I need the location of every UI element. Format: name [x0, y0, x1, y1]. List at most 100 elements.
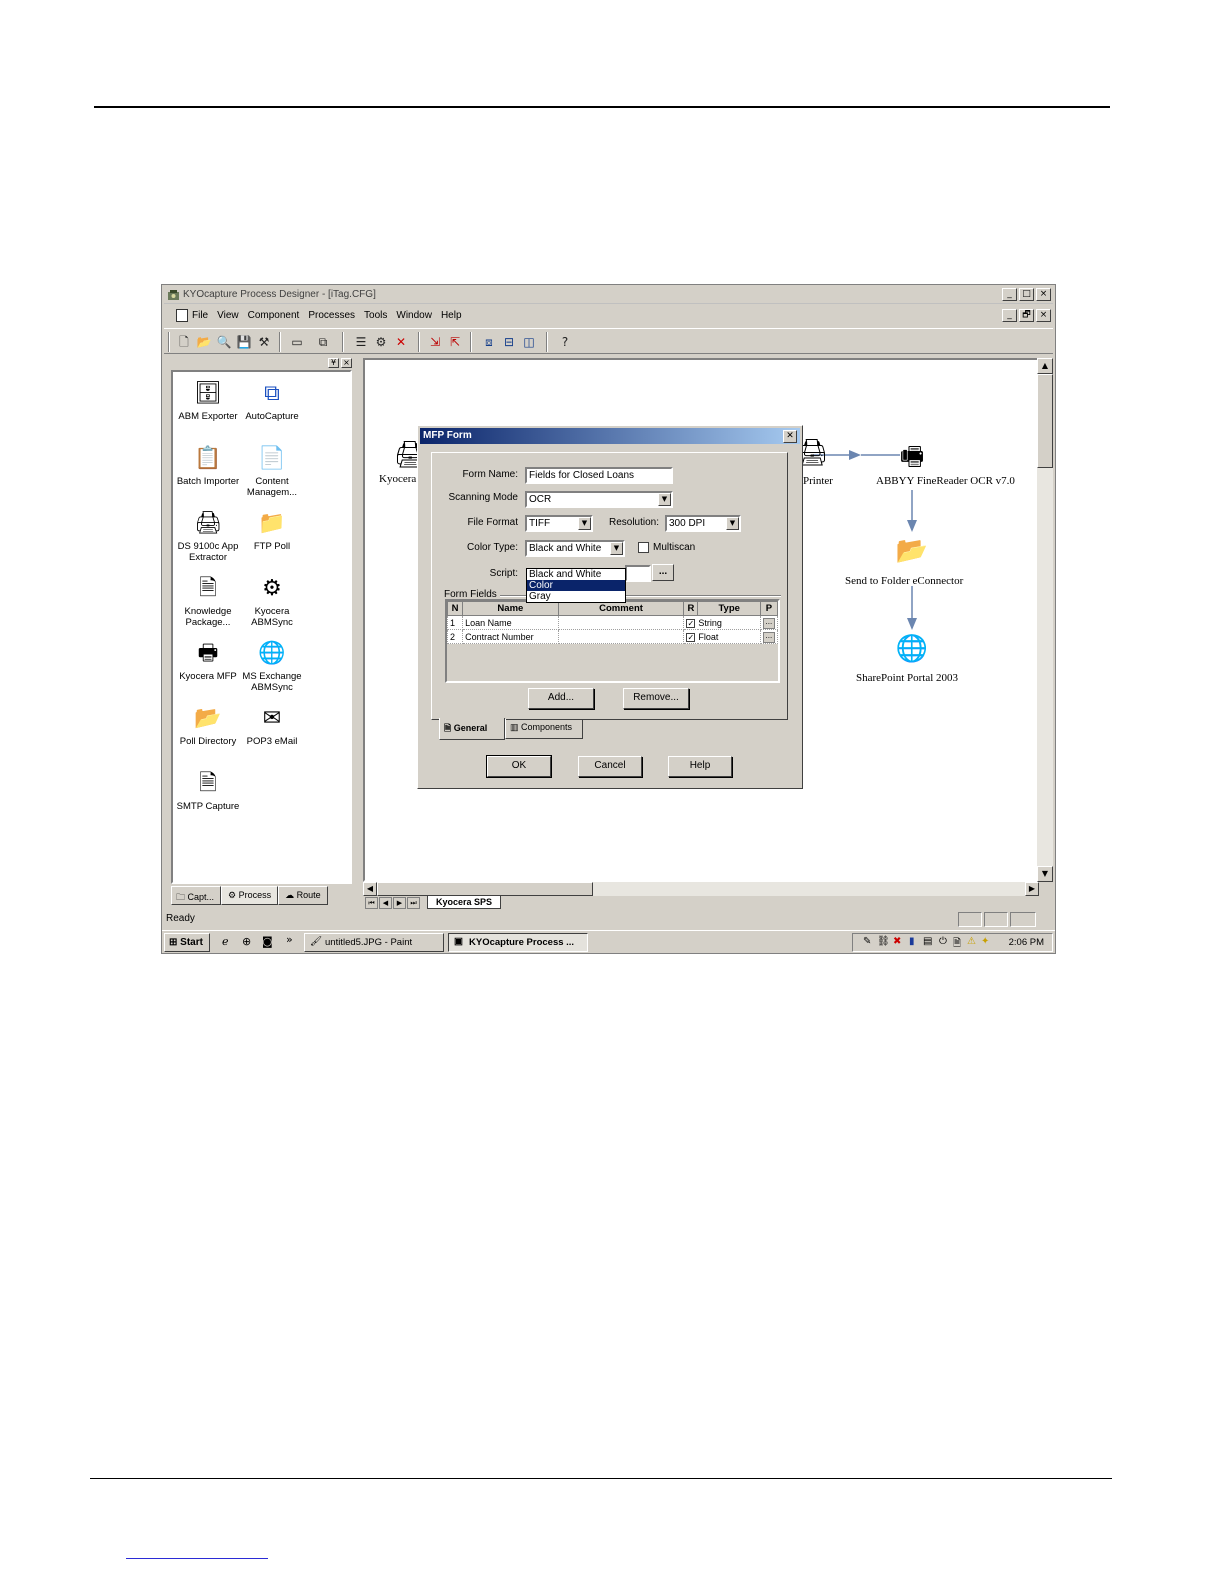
- panel-close-button[interactable]: ×: [341, 358, 352, 368]
- ok-button[interactable]: OK: [486, 755, 552, 778]
- field-comment-cell[interactable]: [557, 629, 685, 644]
- column-header-p[interactable]: P: [759, 601, 779, 616]
- tray-disconnect-icon[interactable]: ✖: [893, 936, 901, 947]
- component-poll-directory[interactable]: 📂 Poll Directory: [173, 703, 243, 747]
- dialog-close-button[interactable]: ✕: [783, 430, 797, 443]
- component-content-management[interactable]: 📄 Content Managem...: [237, 443, 307, 498]
- field-properties-button[interactable]: ...: [762, 632, 775, 643]
- help-icon[interactable]: ?: [556, 333, 574, 351]
- table-row[interactable]: 1 Loan Name ✓ String ...: [446, 615, 779, 630]
- sheet-last-icon[interactable]: ⏭: [407, 897, 420, 909]
- script-field[interactable]: [625, 565, 651, 582]
- file-format-select[interactable]: TIFF ▼: [525, 515, 593, 532]
- field-name-cell[interactable]: Loan Name: [462, 615, 559, 630]
- cancel-button[interactable]: Cancel: [578, 756, 642, 777]
- chevron-down-icon[interactable]: ▼: [578, 517, 591, 530]
- outlook-icon[interactable]: ◙: [262, 935, 273, 948]
- vertical-scrollbar[interactable]: ▲ ▼: [1037, 358, 1053, 882]
- tools-icon[interactable]: ⚒: [255, 333, 273, 351]
- mdi-close-button[interactable]: ×: [1036, 309, 1051, 322]
- open-folder-icon[interactable]: 📂: [195, 333, 213, 351]
- tray-battery-icon[interactable]: ▮: [909, 936, 915, 947]
- tray-update-icon[interactable]: ✦: [981, 936, 989, 947]
- scroll-right-icon[interactable]: ▶: [1025, 882, 1039, 896]
- table-row[interactable]: 2 Contract Number ✓ Float ...: [446, 629, 779, 644]
- field-name-cell[interactable]: Contract Number: [462, 629, 559, 644]
- add-field-button[interactable]: Add...: [528, 688, 594, 709]
- task-kyocapture[interactable]: ▣ KYOcapture Process ...: [448, 933, 588, 952]
- chevron-down-icon[interactable]: ▼: [610, 542, 623, 555]
- ocr-node-icon[interactable]: 🖷: [895, 438, 929, 472]
- menu-file[interactable]: File: [192, 310, 208, 321]
- ie-icon[interactable]: ℯ: [222, 935, 229, 948]
- tab-route[interactable]: ☁ Route: [278, 886, 328, 905]
- send-folder-node-icon[interactable]: 📂: [895, 536, 929, 570]
- component-ms-exchange[interactable]: 🌐 MS Exchange ABMSync: [237, 638, 307, 693]
- field-properties-button[interactable]: ...: [762, 618, 775, 629]
- column-header-type[interactable]: Type: [697, 601, 761, 616]
- component-smtp-capture[interactable]: 🗎 SMTP Capture: [173, 768, 243, 812]
- tray-alert-icon[interactable]: ⚠: [967, 936, 976, 947]
- maximize-button[interactable]: □: [1019, 288, 1034, 301]
- mdi-restore-button[interactable]: 🗗: [1019, 309, 1034, 322]
- chevron-down-icon[interactable]: ▼: [658, 493, 671, 506]
- tray-doc-icon[interactable]: 🗎: [953, 936, 961, 953]
- scanning-mode-select[interactable]: OCR ▼: [525, 491, 673, 508]
- import-icon[interactable]: ⇲: [426, 333, 444, 351]
- cascade-icon[interactable]: ⧈: [480, 333, 498, 351]
- panel-pin-button[interactable]: ¥: [328, 358, 339, 368]
- field-comment-cell[interactable]: [557, 615, 685, 630]
- column-header-n[interactable]: N: [446, 601, 464, 616]
- color-option-gray[interactable]: Gray: [527, 591, 625, 602]
- color-type-select[interactable]: Black and White ▼: [525, 540, 625, 557]
- tab-components[interactable]: ▥ Components: [505, 719, 583, 739]
- column-header-name[interactable]: Name: [462, 601, 559, 616]
- tab-general[interactable]: 🗎 General: [439, 718, 505, 740]
- sheet-first-icon[interactable]: ⏮: [365, 897, 378, 909]
- multiscan-checkbox[interactable]: [638, 542, 649, 553]
- component-batch-importer[interactable]: 📋 Batch Importer: [173, 443, 243, 487]
- settings-icon[interactable]: ⚙: [372, 333, 390, 351]
- menu-view[interactable]: View: [217, 310, 239, 321]
- resolution-select[interactable]: 300 DPI ▼: [665, 515, 741, 532]
- column-header-r[interactable]: R: [683, 601, 699, 616]
- scroll-left-icon[interactable]: ◀: [363, 882, 377, 896]
- help-button[interactable]: Help: [668, 756, 732, 777]
- task-paint[interactable]: 🖌 untitled5.JPG - Paint: [304, 933, 444, 952]
- tray-device-icon[interactable]: ▤: [923, 936, 932, 947]
- tile-vertical-icon[interactable]: ◫: [520, 333, 538, 351]
- required-checkbox[interactable]: ✓: [686, 618, 696, 628]
- start-button[interactable]: ⊞ Start: [164, 933, 210, 952]
- window-toggle-icon[interactable]: ⧉: [314, 333, 332, 351]
- vertical-scroll-thumb[interactable]: [1037, 374, 1053, 468]
- title-bar[interactable]: KYOcapture Process Designer - [iTag.CFG]…: [164, 287, 1053, 304]
- document-icon[interactable]: [176, 309, 188, 322]
- tray-power-icon[interactable]: ⏻: [939, 936, 947, 947]
- component-kyocera-abmsync[interactable]: ⚙ Kyocera ABMSync: [237, 573, 307, 628]
- color-option-black-white[interactable]: Black and White: [527, 569, 625, 580]
- close-button[interactable]: ×: [1036, 288, 1051, 301]
- tab-process[interactable]: ⚙ Process: [221, 886, 279, 905]
- menu-processes[interactable]: Processes: [308, 310, 355, 321]
- scroll-down-icon[interactable]: ▼: [1037, 866, 1053, 882]
- delete-icon[interactable]: ✕: [392, 333, 410, 351]
- component-autocapture[interactable]: ⧉ AutoCapture: [237, 378, 307, 422]
- chevron-down-icon[interactable]: ▼: [726, 517, 739, 530]
- sharepoint-node-icon[interactable]: 🌐: [895, 634, 929, 668]
- new-file-icon[interactable]: 🗋: [175, 333, 193, 351]
- required-checkbox[interactable]: ✓: [686, 632, 696, 642]
- dialog-title-bar[interactable]: MFP Form ✕: [420, 428, 800, 444]
- sheet-prev-icon[interactable]: ◀: [379, 897, 392, 909]
- component-ds9100c[interactable]: 🖨 DS 9100c App Extractor: [173, 508, 243, 563]
- tray-network-icon[interactable]: ⛓: [877, 936, 890, 947]
- column-header-comment[interactable]: Comment: [557, 601, 685, 616]
- component-knowledge-package[interactable]: 🗎 Knowledge Package...: [173, 573, 243, 628]
- minimize-button[interactable]: _: [1002, 288, 1017, 301]
- panel-toggle-icon[interactable]: ▭: [288, 333, 306, 351]
- footer-link-underline[interactable]: [126, 1558, 268, 1559]
- export-icon[interactable]: ⇱: [446, 333, 464, 351]
- mdi-minimize-button[interactable]: _: [1002, 309, 1017, 322]
- tab-capture[interactable]: 🗀 Capt...: [171, 886, 222, 905]
- explorer-icon[interactable]: ⊕: [242, 935, 251, 948]
- find-icon[interactable]: 🔍: [215, 333, 233, 351]
